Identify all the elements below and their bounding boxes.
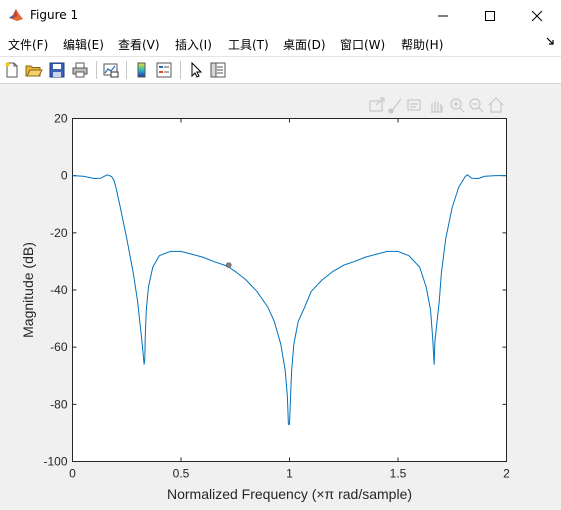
new-figure-icon[interactable]	[3, 61, 21, 79]
menu-bar: 文件(F) 编辑(E) 查看(V) 插入(I) 工具(T) 桌面(D) 窗口(W…	[0, 31, 561, 57]
figure-canvas: 0 0.5 1 1.5 2 20 0 -20 -40 -60 -80 -100 Normalized …	[0, 84, 561, 507]
zoom-in-icon[interactable]	[450, 98, 465, 113]
plot-svg: 0 0.5 1 1.5 2 20 0 -20 -40 -60 -80 -100 Normalized …	[20, 97, 510, 502]
edit-plot-icon[interactable]	[187, 61, 205, 79]
toolbar-separator	[96, 61, 97, 79]
y-tick-label: 20	[54, 112, 68, 126]
close-icon	[531, 10, 543, 21]
x-axis-label: Normalized Frequency (×π rad/sample)	[167, 486, 412, 502]
toolbar-separator	[180, 61, 181, 79]
window-title: Figure 1	[30, 8, 79, 22]
menu-help[interactable]: 帮助(H)	[401, 36, 443, 53]
minimize-button[interactable]	[420, 0, 466, 31]
menu-edit[interactable]: 编辑(E)	[63, 36, 104, 53]
y-tick-label: -100	[43, 455, 67, 469]
menu-desktop[interactable]: 桌面(D)	[283, 36, 326, 53]
toolbar-separator	[126, 61, 127, 79]
home-icon[interactable]	[488, 97, 504, 113]
x-tick-label: 0	[69, 467, 76, 481]
figure-toolbar	[0, 57, 561, 84]
menu-view[interactable]: 查看(V)	[118, 36, 160, 53]
y-tick-label: -40	[50, 283, 68, 297]
y-tick-label: 0	[61, 169, 68, 183]
print-icon[interactable]	[71, 61, 89, 79]
y-axis-label: Magnitude (dB)	[20, 242, 36, 338]
x-tick-label: 1.5	[390, 467, 407, 481]
menu-file[interactable]: 文件(F)	[8, 36, 48, 53]
maximize-icon	[485, 10, 495, 21]
title-bar: Figure 1	[0, 0, 561, 31]
colorbar-icon[interactable]	[133, 61, 151, 79]
data-marker-layer	[225, 262, 232, 268]
minimize-icon	[438, 15, 448, 16]
open-file-icon[interactable]	[25, 61, 43, 79]
x-tick-label: 1	[286, 467, 293, 481]
brush-icon[interactable]	[388, 98, 402, 114]
data-tips-icon[interactable]	[407, 99, 421, 111]
axes-toolbar	[369, 97, 504, 114]
y-tick-label: -60	[50, 340, 68, 354]
save-icon[interactable]	[48, 61, 66, 79]
menu-window[interactable]: 窗口(W)	[340, 36, 385, 53]
export-icon[interactable]	[369, 97, 385, 112]
menu-insert[interactable]: 插入(I)	[175, 36, 212, 53]
zoom-out-icon[interactable]	[469, 98, 484, 113]
x-tick-label: 2	[503, 467, 510, 481]
y-tick-label: -20	[50, 226, 68, 240]
pan-icon[interactable]	[431, 101, 443, 113]
x-tick-label: 0.5	[173, 467, 190, 481]
axes-box	[72, 118, 507, 462]
maximize-button[interactable]	[467, 0, 513, 31]
data-tip-marker[interactable]	[225, 262, 232, 268]
menu-tools[interactable]: 工具(T)	[228, 36, 269, 53]
dock-arrow-icon[interactable]	[546, 37, 555, 46]
property-inspector-icon[interactable]	[209, 61, 227, 79]
legend-icon[interactable]	[155, 61, 173, 79]
close-button[interactable]	[514, 0, 560, 31]
link-plot-icon[interactable]	[102, 61, 120, 79]
matlab-logo-icon	[8, 7, 24, 23]
y-tick-label: -80	[50, 397, 68, 411]
